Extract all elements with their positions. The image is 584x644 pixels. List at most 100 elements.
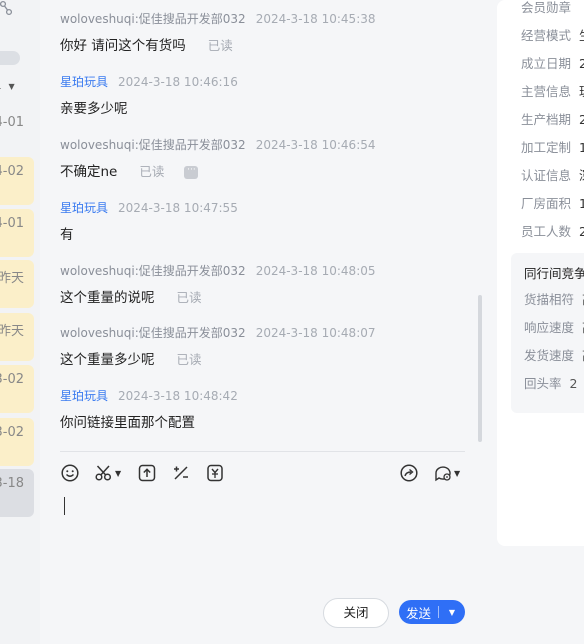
peer-comparison-title: 同行间竞争 bbox=[524, 266, 584, 281]
message-text: 这个重量多少呢 bbox=[60, 352, 155, 368]
conversation-item[interactable]: 昨天 bbox=[0, 260, 34, 308]
share-icon bbox=[399, 463, 419, 483]
info-row: 加工定制 1 bbox=[521, 137, 584, 156]
list-filter-value: 1 bbox=[0, 78, 2, 92]
read-status: 已读 bbox=[176, 290, 202, 305]
quick-phrase-icon bbox=[171, 463, 191, 483]
read-status: 已读 bbox=[207, 38, 233, 53]
message-body: 这个重量的说呢 已读 bbox=[60, 288, 465, 308]
message-sender[interactable]: 星珀玩具 bbox=[60, 75, 108, 89]
group-icon[interactable] bbox=[0, 0, 18, 18]
input-divider bbox=[60, 451, 465, 452]
chevron-down-icon[interactable]: ▼ bbox=[439, 608, 465, 617]
message-body: 这个重量多少呢 已读 bbox=[60, 350, 465, 370]
close-button[interactable]: 关闭 bbox=[323, 598, 389, 628]
message-time: 2024-3-18 10:47:55 bbox=[118, 201, 238, 215]
filter-toggle[interactable] bbox=[0, 51, 20, 65]
chevron-down-icon: ▼ bbox=[8, 82, 15, 91]
chat-message: woloveshuqi:促佳搜品开发部032 2024-3-18 10:45:38… bbox=[60, 10, 465, 56]
message-body: 不确定ne 已读 ··· bbox=[60, 162, 465, 182]
message-time: 2024-3-18 10:48:42 bbox=[118, 389, 238, 403]
screenshot-button[interactable]: ▼ bbox=[94, 461, 121, 485]
peer-value: 2 bbox=[569, 376, 578, 391]
send-button[interactable]: 发送 ▼ bbox=[399, 600, 465, 624]
chat-panel: woloveshuqi:促佳搜品开发部032 2024-3-18 10:45:38… bbox=[40, 0, 485, 644]
chat-settings-icon bbox=[433, 463, 453, 483]
peer-row: 发货速度高 bbox=[524, 345, 584, 364]
peer-row: 响应速度高 bbox=[524, 317, 584, 336]
message-time: 2024-3-18 10:46:54 bbox=[255, 138, 376, 152]
info-label: 经营模式 bbox=[521, 28, 572, 43]
text-cursor bbox=[64, 497, 65, 515]
conversation-item[interactable]: 4-02 bbox=[0, 157, 34, 205]
more-options-icon[interactable]: ··· bbox=[184, 165, 199, 179]
message-text: 亲要多少呢 bbox=[60, 101, 128, 117]
chat-message: 星珀玩具 2024-3-18 10:46:16 亲要多少呢 bbox=[60, 73, 465, 119]
conversation-item[interactable]: 昨天 bbox=[0, 313, 34, 361]
info-row: 生产档期 2 bbox=[521, 109, 584, 128]
chat-message: woloveshuqi:促佳搜品开发部032 2024-3-18 10:46:54… bbox=[60, 136, 465, 182]
info-label: 会员勋章 bbox=[521, 0, 572, 15]
message-meta: 星珀玩具 2024-3-18 10:47:55 bbox=[60, 199, 465, 217]
conversation-item[interactable]: 4-01 bbox=[0, 108, 34, 156]
peer-row: 货描相符高 bbox=[524, 289, 584, 308]
emoji-icon bbox=[60, 463, 80, 483]
info-row: 厂房面积 1 bbox=[521, 193, 584, 212]
info-value: 玩 bbox=[579, 84, 584, 99]
message-sender[interactable]: 星珀玩具 bbox=[60, 389, 108, 403]
message-text: 你问链接里面那个配置 bbox=[60, 415, 195, 431]
message-meta: 星珀玩具 2024-3-18 10:46:16 bbox=[60, 73, 465, 91]
message-meta: woloveshuqi:促佳搜品开发部032 2024-3-18 10:46:54 bbox=[60, 136, 465, 154]
message-text: 你好 请问这个有货吗 bbox=[60, 38, 186, 54]
send-label: 发送 bbox=[406, 605, 432, 621]
peer-row: 回头率 2 bbox=[524, 373, 577, 392]
list-filter-dropdown[interactable]: 1 ▼ bbox=[0, 78, 15, 92]
peer-label: 发货速度 bbox=[524, 348, 575, 363]
chat-message: 星珀玩具 2024-3-18 10:47:55 有 bbox=[60, 199, 465, 245]
conversation-item[interactable]: 4-01 bbox=[0, 209, 34, 257]
message-time: 2024-3-18 10:48:07 bbox=[255, 326, 376, 340]
info-value: 生 bbox=[579, 28, 584, 43]
message-text: 有 bbox=[60, 227, 74, 243]
conversation-item[interactable]: 3-18 bbox=[0, 469, 34, 517]
info-row: 成立日期 2 bbox=[521, 53, 584, 72]
info-label: 认证信息 bbox=[521, 168, 572, 183]
message-time: 2024-3-18 10:45:38 bbox=[255, 12, 376, 26]
quick-phrase-button[interactable] bbox=[171, 461, 191, 485]
conversation-date: 4-01 bbox=[0, 216, 24, 231]
message-sender: woloveshuqi:促佳搜品开发部032 bbox=[60, 326, 246, 340]
chevron-down-icon: ▼ bbox=[454, 468, 461, 478]
conversation-date: 昨天 bbox=[0, 324, 24, 339]
emoji-button[interactable] bbox=[60, 461, 80, 485]
info-row: 认证信息深 bbox=[521, 165, 584, 184]
message-scrollbar[interactable] bbox=[478, 295, 482, 442]
message-input[interactable] bbox=[60, 490, 465, 590]
conversation-list-strip: 1 ▼ 4-014-024-01昨天昨天3-023-023-18 bbox=[0, 0, 40, 644]
conversation-date: 3-02 bbox=[0, 372, 24, 387]
info-row: 会员勋章 bbox=[521, 0, 579, 16]
message-sender: woloveshuqi:促佳搜品开发部032 bbox=[60, 12, 246, 26]
chat-settings-button[interactable]: ▼ bbox=[433, 461, 460, 485]
coupon-button[interactable] bbox=[205, 461, 225, 485]
info-value: 2 bbox=[579, 56, 584, 71]
upload-file-button[interactable] bbox=[137, 461, 157, 485]
info-row: 主营信息玩 bbox=[521, 81, 584, 100]
info-value: 1 bbox=[579, 196, 584, 211]
conversation-item[interactable]: 3-02 bbox=[0, 365, 34, 413]
info-label: 成立日期 bbox=[521, 56, 572, 71]
message-sender[interactable]: 星珀玩具 bbox=[60, 201, 108, 215]
share-button[interactable] bbox=[399, 461, 419, 485]
message-time: 2024-3-18 10:46:16 bbox=[118, 75, 238, 89]
info-value: 2 bbox=[579, 224, 584, 239]
message-meta: 星珀玩具 2024-3-18 10:48:42 bbox=[60, 387, 465, 405]
message-sender: woloveshuqi:促佳搜品开发部032 bbox=[60, 264, 246, 278]
info-label: 主营信息 bbox=[521, 84, 572, 99]
peer-comparison-box: 同行间竞争 货描相符高响应速度高发货速度高回头率 2 bbox=[511, 253, 584, 413]
conversation-item[interactable]: 3-02 bbox=[0, 418, 34, 466]
peer-label: 货描相符 bbox=[524, 292, 575, 307]
info-value: 2 bbox=[579, 112, 584, 127]
message-meta: woloveshuqi:促佳搜品开发部032 2024-3-18 10:48:05 bbox=[60, 262, 465, 280]
info-label: 生产档期 bbox=[521, 112, 572, 127]
message-meta: woloveshuqi:促佳搜品开发部032 2024-3-18 10:48:07 bbox=[60, 324, 465, 342]
info-value: 1 bbox=[579, 140, 584, 155]
